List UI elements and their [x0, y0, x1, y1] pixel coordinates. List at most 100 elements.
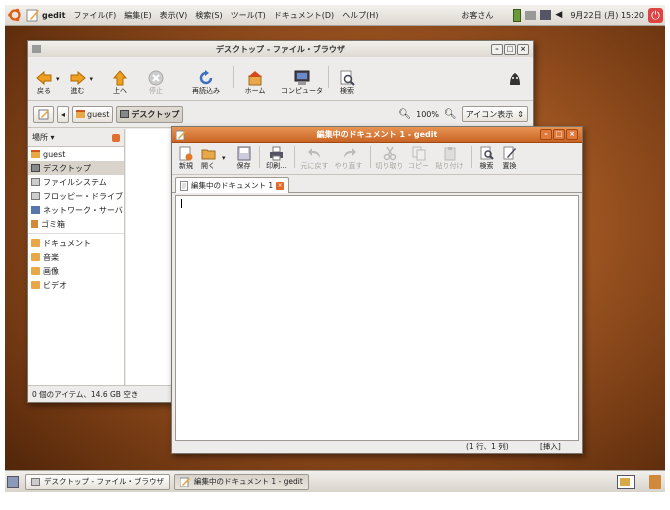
path-left-arrow[interactable]: ◂	[57, 105, 69, 123]
document-tabs: 編集中のドキュメント 1 ×	[172, 175, 582, 193]
floppy-icon	[31, 192, 40, 200]
menu-edit[interactable]: 編集(E)	[120, 10, 155, 21]
places-sidebar: 場所 ▾ guest デスクトップ ファイルシステム フロッピー・ドライブ ネッ…	[28, 129, 125, 385]
window-title: デスクトップ - ファイル・ブラウザ	[216, 44, 345, 54]
reload-button[interactable]: 再読込み	[179, 70, 233, 96]
toolbar-separator	[470, 146, 472, 168]
panel-tray: お客さん ◀ 9月22日 (月) 15:20 ⏻	[461, 7, 665, 23]
volume-icon[interactable]: ◀	[555, 9, 566, 22]
text-editor[interactable]	[175, 195, 579, 441]
search-icon	[340, 70, 355, 86]
user-name[interactable]: お客さん	[461, 10, 493, 21]
sidebar-item-filesystem[interactable]: ファイルシステム	[28, 175, 124, 189]
cut-button[interactable]: 切り取り	[375, 146, 405, 171]
menu-documents[interactable]: ドキュメント(D)	[270, 10, 338, 21]
minimize-button[interactable]: –	[540, 129, 552, 140]
battery-icon[interactable]	[513, 8, 522, 22]
sidebar-item-pictures[interactable]: 画像	[28, 264, 124, 278]
search-button[interactable]: 検索	[329, 70, 365, 96]
tab-document-1[interactable]: 編集中のドキュメント 1 ×	[175, 177, 290, 193]
forward-history-dropdown[interactable]: ▾	[90, 75, 94, 83]
close-button[interactable]: ×	[517, 43, 529, 55]
undo-icon	[307, 148, 320, 158]
scissors-icon	[383, 146, 396, 161]
sidebar-close-icon[interactable]	[112, 133, 120, 142]
network-icon	[31, 206, 40, 214]
folder-icon	[31, 281, 40, 289]
zoom-level[interactable]: 100%	[416, 110, 439, 119]
home-button[interactable]: ホーム	[234, 70, 276, 96]
menu-tools[interactable]: ツール(T)	[227, 10, 270, 21]
trash-icon	[31, 220, 38, 228]
gedit-app-icon	[26, 9, 39, 22]
path-button-desktop[interactable]: デスクトップ	[116, 105, 184, 123]
gedit-window: 編集中のドキュメント 1 - gedit – □ × 新規 開く ▾ 保存 印刷…	[171, 126, 583, 454]
menu-help[interactable]: ヘルプ(H)	[338, 10, 382, 21]
close-button[interactable]: ×	[566, 129, 578, 140]
maximize-button[interactable]: □	[553, 129, 565, 140]
network-icon[interactable]	[540, 10, 552, 20]
gedit-app-icon	[179, 477, 190, 487]
back-arrow-icon	[36, 70, 52, 86]
computer-button[interactable]: コンピュータ	[276, 70, 328, 96]
active-app-name[interactable]: gedit	[40, 11, 69, 20]
up-button[interactable]: 上へ	[107, 70, 133, 96]
copy-button[interactable]: コピー	[406, 146, 432, 171]
cursor-position: (1 行、1 列)	[466, 441, 509, 451]
save-button[interactable]: 保存	[233, 146, 255, 171]
clock[interactable]: 9月22日 (月) 15:20	[570, 10, 644, 21]
back-button[interactable]: 戻る	[32, 70, 56, 96]
replace-button[interactable]: 置換	[499, 146, 521, 171]
maximize-button[interactable]: □	[504, 43, 516, 55]
back-history-dropdown[interactable]: ▾	[56, 75, 60, 83]
menu-view[interactable]: 表示(V)	[156, 10, 192, 21]
taskbar-gedit[interactable]: 編集中のドキュメント 1 - gedit	[173, 473, 309, 490]
view-mode-select[interactable]: アイコン表示 ⇕	[461, 106, 528, 122]
minimize-button[interactable]: –	[491, 43, 503, 55]
zoom-in-icon[interactable]: 🔍︎	[444, 109, 457, 120]
find-button[interactable]: 検索	[476, 146, 498, 171]
folder-icon	[31, 239, 40, 247]
print-button[interactable]: 印刷...	[264, 146, 290, 171]
redo-button[interactable]: やり直す	[332, 146, 366, 171]
new-button[interactable]: 新規	[175, 146, 197, 171]
copy-icon	[412, 146, 426, 161]
sidebar-item-documents[interactable]: ドキュメント	[28, 236, 124, 250]
open-folder-icon	[201, 149, 215, 160]
bottom-panel: デスクトップ - ファイル・ブラウザ 編集中のドキュメント 1 - gedit	[5, 470, 665, 492]
file-browser-titlebar[interactable]: デスクトップ - ファイル・ブラウザ – □ ×	[28, 41, 533, 57]
zoom-out-icon[interactable]: 🔍︎	[398, 109, 411, 120]
open-button[interactable]: 開く	[198, 146, 218, 171]
sidebar-item-guest[interactable]: guest	[28, 147, 124, 161]
workspace-switcher[interactable]	[617, 474, 635, 489]
trash-icon[interactable]	[649, 474, 661, 489]
gedit-titlebar[interactable]: 編集中のドキュメント 1 - gedit – □ ×	[172, 127, 582, 143]
sidebar-item-videos[interactable]: ビデオ	[28, 278, 124, 292]
paste-button[interactable]: 貼り付け	[433, 146, 467, 171]
sidebar-item-desktop[interactable]: デスクトップ	[28, 161, 124, 175]
menu-search[interactable]: 検索(S)	[191, 10, 226, 21]
menu-file[interactable]: ファイル(F)	[69, 10, 120, 21]
home-folder-icon	[76, 110, 85, 118]
computer-icon	[294, 70, 310, 85]
sidebar-mode-select[interactable]: 場所 ▾	[32, 132, 55, 143]
location-toggle-button[interactable]	[33, 105, 54, 123]
desktop: gedit ファイル(F) 編集(E) 表示(V) 検索(S) ツール(T) ド…	[5, 5, 665, 492]
show-desktop-icon[interactable]	[7, 475, 19, 488]
sidebar-header: 場所 ▾	[28, 129, 124, 147]
tab-close-icon[interactable]: ×	[276, 181, 285, 190]
sidebar-item-floppy[interactable]: フロッピー・ドライブ	[28, 189, 124, 203]
open-recent-dropdown[interactable]: ▾	[222, 154, 226, 162]
sidebar-item-trash[interactable]: ゴミ箱	[28, 217, 124, 231]
sidebar-item-music[interactable]: 音楽	[28, 250, 124, 264]
undo-button[interactable]: 元に戻す	[299, 146, 331, 171]
stop-button[interactable]: 停止	[133, 70, 179, 96]
printer-icon[interactable]	[525, 10, 537, 20]
power-icon[interactable]: ⏻	[648, 7, 663, 23]
forward-button[interactable]: 進む	[66, 70, 90, 96]
taskbar-file-browser[interactable]: デスクトップ - ファイル・ブラウザ	[25, 473, 170, 490]
sidebar-item-network[interactable]: ネットワーク・サーバ	[28, 203, 124, 217]
ubuntu-logo-icon[interactable]	[7, 7, 23, 23]
path-button-guest[interactable]: guest	[72, 105, 114, 123]
location-bar: ◂ guest デスクトップ 🔍︎ 100% 🔍︎ アイコン表示 ⇕	[28, 101, 533, 128]
